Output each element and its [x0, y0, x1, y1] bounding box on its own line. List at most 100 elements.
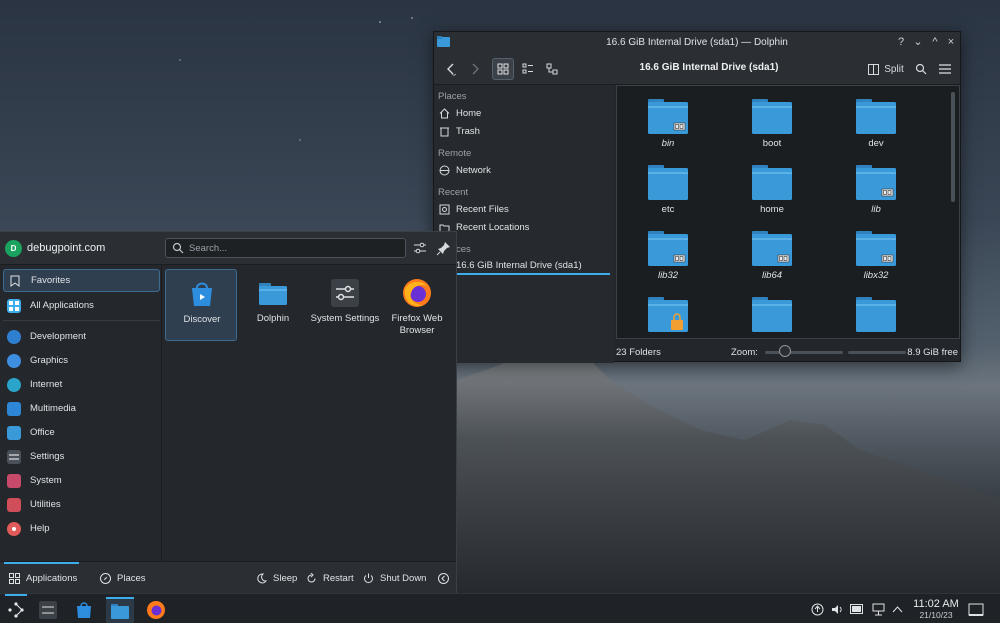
free-space: 8.9 GiB free — [907, 346, 958, 358]
category-help[interactable]: Help — [3, 517, 160, 540]
vertical-scrollbar[interactable] — [951, 92, 955, 202]
zoom-slider[interactable] — [765, 351, 843, 354]
tab-places[interactable]: Places — [99, 572, 146, 584]
menu-button[interactable] — [936, 58, 954, 80]
avatar[interactable]: D — [5, 240, 22, 257]
category-development[interactable]: Development — [3, 325, 160, 348]
places-item-recent-files[interactable]: Recent Files — [438, 201, 610, 218]
pin-icon[interactable] — [436, 240, 452, 256]
folder-item[interactable]: boot — [727, 90, 817, 152]
app-firefox[interactable]: Firefox Web Browser — [381, 269, 453, 341]
folder-item[interactable]: lib — [831, 156, 921, 218]
discover-icon — [77, 602, 91, 618]
search-button[interactable] — [912, 58, 930, 80]
update-notifier-icon[interactable] — [810, 602, 824, 616]
office-icon — [7, 425, 21, 440]
places-item-trash[interactable]: Trash — [438, 123, 610, 140]
launcher-header: D debugpoint.com — [0, 232, 456, 265]
tab-applications[interactable]: Applications — [8, 572, 77, 584]
sleep-button[interactable]: Sleep — [255, 572, 297, 584]
category-multimedia[interactable]: Multimedia — [3, 397, 160, 420]
search-icon — [915, 63, 927, 75]
places-item-drive[interactable]: 16.6 GiB Internal Drive (sda1) — [456, 258, 610, 275]
category-utilities[interactable]: Utilities — [3, 493, 160, 516]
folder-item[interactable]: home — [727, 156, 817, 218]
graphics-icon — [7, 353, 21, 368]
folder-item[interactable]: bin — [623, 90, 713, 152]
volume-icon[interactable] — [830, 602, 844, 616]
category-label: Internet — [30, 379, 63, 390]
dolphin-titlebar[interactable]: 16.6 GiB Internal Drive (sda1) — Dolphin… — [434, 32, 960, 52]
app-system-settings[interactable]: System Settings — [309, 269, 381, 341]
kde-logo-icon — [8, 602, 24, 618]
configure-icon[interactable] — [412, 240, 428, 256]
network-wired-icon[interactable] — [871, 602, 885, 616]
maximize-button[interactable]: ^ — [928, 35, 942, 49]
folder-item[interactable]: etc — [623, 156, 713, 218]
app-dolphin[interactable]: Dolphin — [237, 269, 309, 341]
details-view-button[interactable] — [541, 58, 563, 80]
folder-item[interactable]: dev — [831, 90, 921, 152]
section-places: Places — [438, 91, 467, 102]
category-system[interactable]: System — [3, 469, 160, 492]
category-office[interactable]: Office — [3, 421, 160, 444]
show-desktop-icon[interactable] — [966, 600, 986, 620]
app-label: Dolphin — [256, 313, 290, 324]
app-discover[interactable]: Discover — [165, 269, 237, 341]
search-icon — [172, 242, 184, 254]
category-internet[interactable]: Internet — [3, 373, 160, 396]
digital-clock[interactable]: 11:02 AM 21/10/23 — [908, 598, 964, 620]
folder-name: lib — [871, 204, 881, 215]
taskbar-firefox[interactable] — [142, 597, 170, 623]
search-input[interactable] — [189, 242, 389, 254]
category-settings[interactable]: Settings — [3, 445, 160, 468]
restart-label: Restart — [323, 572, 354, 584]
firefox-icon — [147, 601, 165, 619]
power-icon — [362, 572, 374, 584]
compact-view-button[interactable] — [517, 58, 539, 80]
folder-name: boot — [762, 138, 782, 149]
taskbar-system-settings[interactable] — [34, 597, 62, 623]
network-icon — [438, 165, 450, 177]
zoom-slider-handle[interactable] — [779, 345, 791, 357]
firefox-icon — [403, 279, 431, 307]
back-button[interactable] — [442, 58, 460, 80]
help-button[interactable]: ? — [894, 35, 908, 49]
places-item-network[interactable]: Network — [438, 162, 610, 179]
file-view[interactable]: bin boot dev etc home lib lib32 lib64 libx32 — [616, 85, 960, 339]
folder-item[interactable]: libx32 — [831, 222, 921, 284]
folder-item[interactable]: lib64 — [727, 222, 817, 284]
icons-view-button[interactable] — [492, 58, 514, 80]
folder-icon — [111, 604, 129, 619]
places-item-recent-locations[interactable]: Recent Locations — [438, 219, 610, 236]
category-favorites[interactable]: Favorites — [3, 269, 160, 292]
split-label: Split — [884, 63, 904, 75]
development-icon — [7, 329, 21, 344]
application-launcher-button[interactable] — [2, 597, 30, 623]
clock-date: 21/10/23 — [919, 610, 953, 620]
shutdown-button[interactable]: Shut Down — [362, 572, 426, 584]
home-icon — [438, 108, 450, 120]
minimize-button[interactable]: ⌄ — [911, 35, 925, 49]
location-path[interactable]: 16.6 GiB Internal Drive (sda1) — [594, 62, 824, 73]
category-label: Multimedia — [30, 403, 76, 414]
forward-button[interactable] — [466, 58, 484, 80]
places-item-home[interactable]: Home — [438, 105, 610, 122]
folder-icon — [856, 99, 896, 134]
category-all-applications[interactable]: All Applications — [3, 294, 160, 317]
close-button[interactable]: × — [944, 35, 958, 49]
battery-icon[interactable] — [850, 602, 864, 616]
restart-button[interactable]: Restart — [305, 572, 354, 584]
taskbar-discover[interactable] — [70, 597, 98, 623]
split-button[interactable]: Split — [866, 58, 906, 80]
lifebuoy-icon — [7, 521, 21, 536]
folder-item[interactable]: lib32 — [623, 222, 713, 284]
places-item-label: Recent Files — [456, 204, 509, 215]
folder-icon — [856, 297, 896, 332]
search-box[interactable] — [165, 238, 406, 258]
category-graphics[interactable]: Graphics — [3, 349, 160, 372]
folder-icon — [752, 231, 792, 266]
chevron-up-icon[interactable] — [890, 602, 904, 616]
more-options-button[interactable] — [437, 572, 455, 584]
taskbar-dolphin[interactable] — [106, 597, 134, 623]
